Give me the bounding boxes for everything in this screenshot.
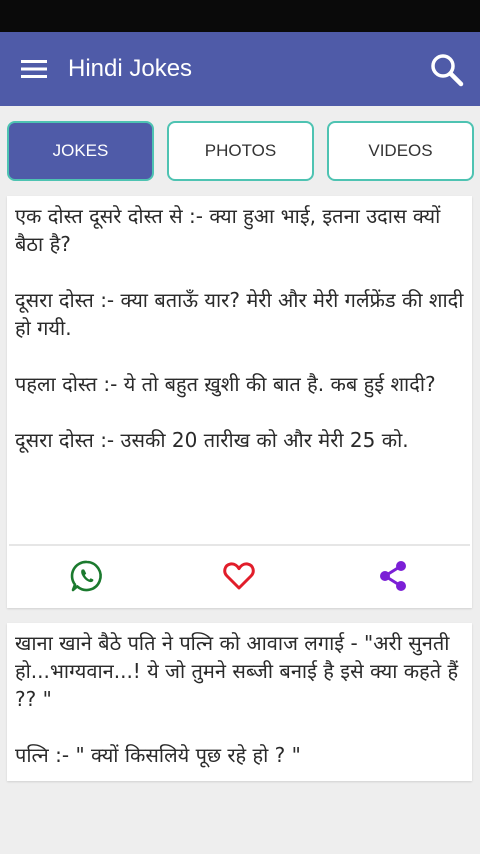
status-bar [0, 0, 480, 32]
whatsapp-icon[interactable] [69, 558, 105, 594]
joke-card: एक दोस्त दूसरे दोस्त से :- क्या हुआ भाई,… [7, 196, 472, 608]
joke-text: एक दोस्त दूसरे दोस्त से :- क्या हुआ भाई,… [15, 204, 464, 452]
app-bar: Hindi Jokes [0, 32, 480, 106]
menu-icon[interactable] [16, 51, 52, 87]
tab-videos[interactable]: VIDEOS [327, 121, 474, 181]
joke-card: खाना खाने बैठे पति ने पत्नि को आवाज लगाई… [7, 623, 472, 781]
tab-jokes[interactable]: JOKES [7, 121, 154, 181]
heart-icon[interactable] [221, 558, 257, 594]
tab-photos[interactable]: PHOTOS [167, 121, 314, 181]
joke-text: खाना खाने बैठे पति ने पत्नि को आवाज लगाई… [15, 631, 459, 767]
search-icon[interactable] [428, 51, 466, 89]
tab-bar: JOKES PHOTOS VIDEOS [0, 106, 480, 194]
joke-actions [7, 546, 472, 608]
share-icon[interactable] [375, 558, 411, 594]
app-title: Hindi Jokes [68, 55, 193, 82]
